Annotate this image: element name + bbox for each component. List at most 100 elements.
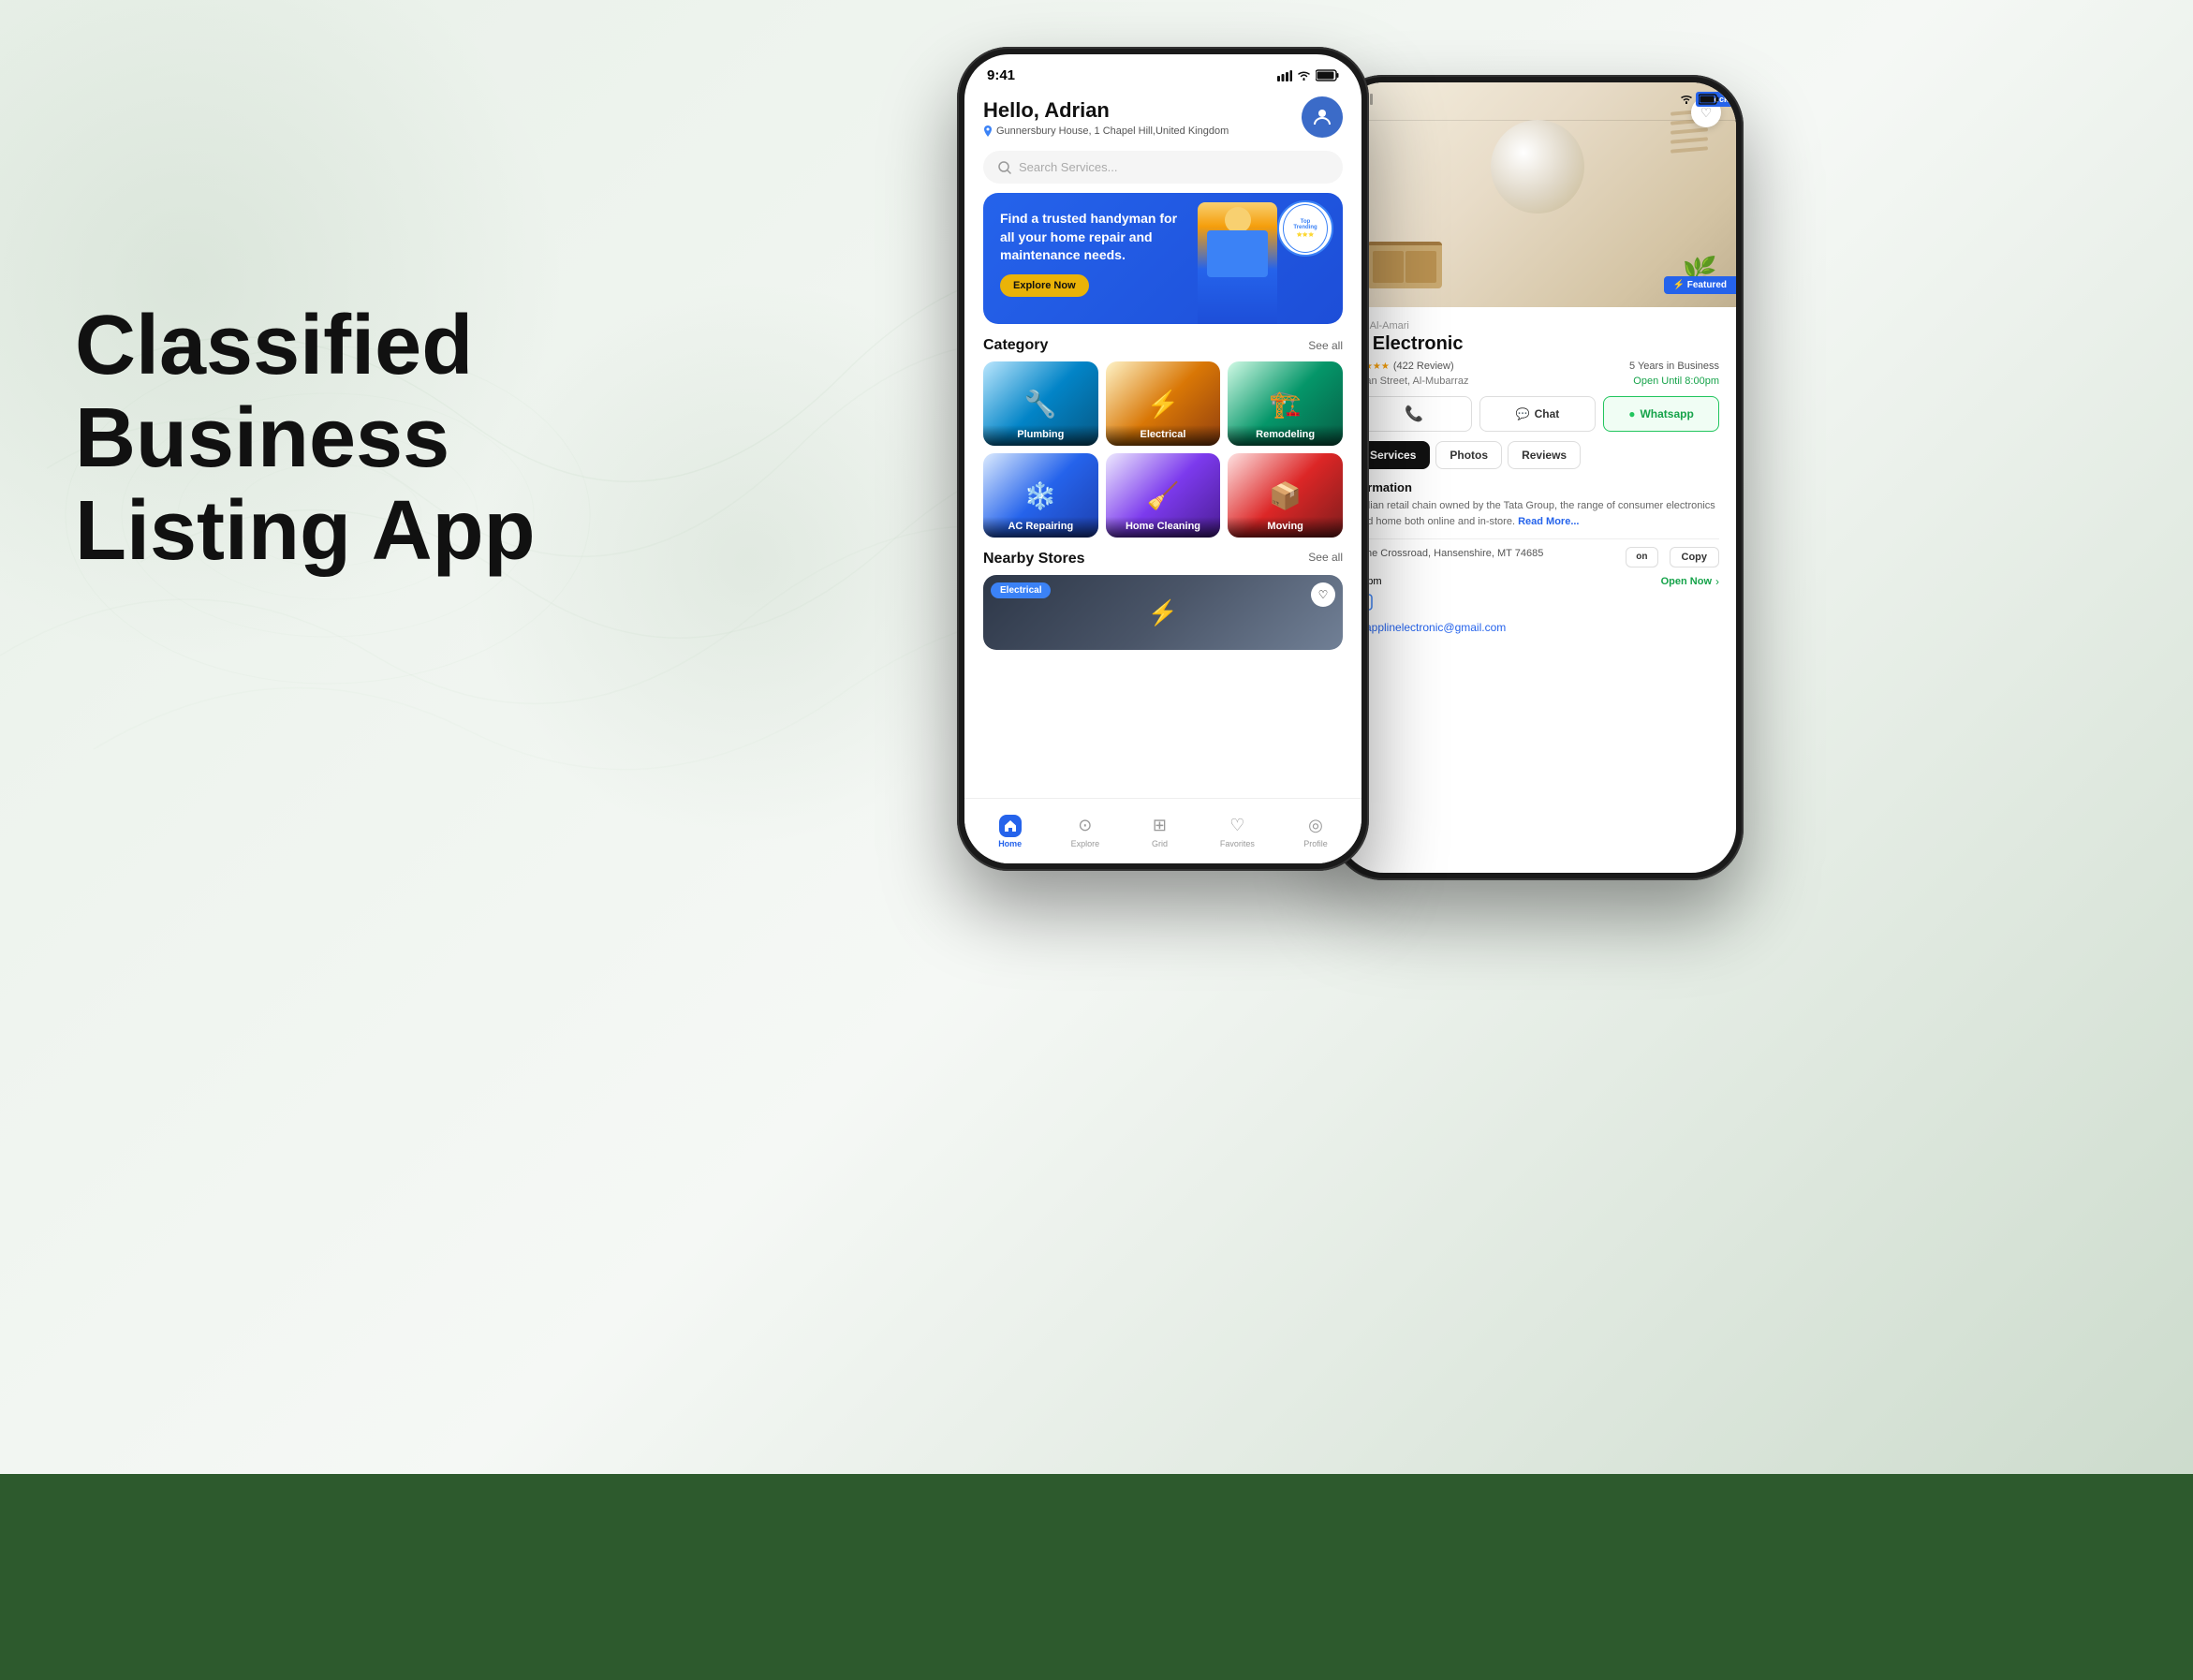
store-favorite-button[interactable]: ♡ [1311, 582, 1335, 607]
p2-action-buttons: 📞 💬 Chat ● Whatsapp [1356, 396, 1719, 432]
phone1-screen: 9:41 [964, 54, 1361, 863]
p2-address-full-row: sche Crossroad, Hansenshire, MT 74685 on… [1356, 547, 1719, 567]
whatsapp-button[interactable]: ● Whatsapp [1603, 396, 1719, 432]
chevron-right-icon: › [1715, 575, 1719, 588]
moving-label: Moving [1228, 517, 1343, 538]
p2-status-icons [1680, 94, 1719, 105]
store-card[interactable]: ⚡ Electrical ♡ [983, 575, 1343, 650]
nav-favorites-label: Favorites [1220, 839, 1255, 848]
p2-address: Afan Street, Al-Mubarraz [1356, 376, 1468, 387]
user-avatar[interactable] [1302, 96, 1343, 138]
room-decoration: 🌿 [1339, 82, 1736, 307]
nearby-title: Nearby Stores [983, 551, 1085, 567]
nav-grid[interactable]: ⊞ Grid [1148, 815, 1170, 848]
category-cleaning[interactable]: 🧹 Home Cleaning [1106, 453, 1221, 538]
hero-title-line3: Listing App [75, 484, 536, 578]
listing-header-image: 🌿 ♡ ⚡ Fea [1339, 82, 1736, 307]
call-button[interactable]: 📞 [1356, 396, 1472, 432]
hero-text-block: Classified Business Listing App [75, 300, 536, 578]
ac-label: AC Repairing [983, 517, 1098, 538]
phone2-screen: 🌿 ♡ ⚡ Fea [1339, 82, 1736, 873]
location-block: Gunnersbury House, 1 Chapel Hill,United … [983, 125, 1229, 137]
chat-button[interactable]: 💬 Chat [1479, 396, 1596, 432]
nav-home-label: Home [998, 839, 1022, 848]
promo-banner[interactable]: Find a trusted handyman for all your hom… [983, 193, 1343, 324]
copy-button[interactable]: Copy [1670, 547, 1720, 567]
p2-email-address[interactable]: mapplinelectronic@gmail.com [1356, 621, 1506, 634]
status-time: 9:41 [987, 67, 1015, 83]
whatsapp-icon: ● [1628, 407, 1635, 420]
tab-photos[interactable]: Photos [1435, 441, 1502, 469]
phone2-device: 🌿 ♡ ⚡ Fea [1332, 75, 1744, 880]
status-icons [1277, 69, 1339, 81]
read-more-link[interactable]: Read More... [1518, 516, 1579, 527]
search-placeholder: Search Services... [1019, 160, 1118, 174]
p2-battery-icon [1699, 94, 1719, 105]
p2-info-title: formation [1356, 480, 1719, 494]
location-icon [983, 125, 993, 137]
divider [1356, 538, 1719, 539]
category-plumbing[interactable]: 🔧 Plumbing [983, 361, 1098, 446]
greeting-block: Hello, Adrian Gunnersbury House, 1 Chape… [983, 98, 1229, 137]
phones-container: 9:41 [601, 0, 2193, 1680]
p2-share-section [1356, 594, 1719, 615]
grid-icon: ⊞ [1148, 815, 1170, 837]
search-icon [998, 161, 1011, 174]
status-bar: 9:41 [964, 54, 1361, 89]
explore-now-button[interactable]: Explore Now [1000, 274, 1089, 297]
remodeling-label: Remodeling [1228, 425, 1343, 446]
explore-icon: ⊙ [1074, 815, 1096, 837]
p2-tab-buttons: Services Photos Reviews [1356, 441, 1719, 469]
tab-reviews[interactable]: Reviews [1508, 441, 1581, 469]
category-grid: 🔧 Plumbing ⚡ Electrical 🏗️ Remodeling ❄️… [964, 361, 1361, 538]
category-ac[interactable]: ❄️ AC Repairing [983, 453, 1098, 538]
category-remodeling[interactable]: 🏗️ Remodeling [1228, 361, 1343, 446]
nearby-section-header: Nearby Stores See all [964, 547, 1361, 575]
store-icon: ⚡ [1148, 598, 1178, 627]
p2-category-label: na Al-Amari [1356, 320, 1719, 332]
room-sphere [1491, 120, 1584, 214]
electrical-label: Electrical [1106, 425, 1221, 446]
category-section-header: Category See all [964, 337, 1361, 361]
category-electrical[interactable]: ⚡ Electrical [1106, 361, 1221, 446]
profile-icon: ◎ [1304, 815, 1327, 837]
cleaning-label: Home Cleaning [1106, 517, 1221, 538]
signal-icon [1277, 70, 1292, 81]
p2-address-row: Afan Street, Al-Mubarraz Open Until 8:00… [1356, 376, 1719, 387]
bottom-navigation: Home ⊙ Explore ⊞ Grid ♡ Favorites ◎ Prof… [964, 798, 1361, 863]
directions-button[interactable]: on [1626, 547, 1657, 567]
category-see-all[interactable]: See all [1308, 339, 1343, 352]
p2-email-row: mapplinelectronic@gmail.com [1356, 619, 1719, 636]
chat-icon: 💬 [1516, 407, 1530, 420]
heart-icon: ♡ [1226, 815, 1248, 837]
p2-full-address: sche Crossroad, Hansenshire, MT 74685 [1356, 548, 1543, 559]
location-text: Gunnersbury House, 1 Chapel Hill,United … [996, 125, 1229, 137]
plumbing-label: Plumbing [983, 425, 1098, 446]
search-bar[interactable]: Search Services... [983, 151, 1343, 184]
category-moving[interactable]: 📦 Moving [1228, 453, 1343, 538]
p2-business-name: n Electronic [1356, 333, 1719, 355]
chat-label: Chat [1535, 407, 1560, 420]
wifi-icon [1297, 70, 1311, 81]
p2-review-count: (422 Review) [1393, 361, 1454, 372]
banner-text: Find a trusted handyman for all your hom… [1000, 210, 1179, 265]
room-cabinet [1367, 242, 1442, 288]
p2-open-now-block: Open Now › [1661, 575, 1719, 588]
nav-profile[interactable]: ◎ Profile [1303, 815, 1328, 848]
whatsapp-label: Whatsapp [1640, 407, 1693, 420]
phone1-device: 9:41 [957, 47, 1369, 871]
home-icon [999, 815, 1022, 837]
hero-title-line2: Business [75, 391, 449, 485]
banner-worker-image [1198, 202, 1277, 324]
p2-rating-row: ★★★★ (422 Review) 5 Years in Business [1356, 361, 1719, 372]
nav-explore[interactable]: ⊙ Explore [1071, 815, 1100, 848]
nav-favorites[interactable]: ♡ Favorites [1220, 815, 1255, 848]
nav-home[interactable]: Home [998, 815, 1022, 848]
phone1-header: Hello, Adrian Gunnersbury House, 1 Chape… [964, 89, 1361, 147]
address-action-buttons: on Copy [1626, 547, 1719, 567]
nearby-see-all[interactable]: See all [1308, 551, 1343, 567]
p2-hours-row: 00pm Open Now › [1356, 575, 1719, 588]
p2-detail-content: na Al-Amari n Electronic ★★★★ (422 Revie… [1339, 307, 1736, 649]
trending-badge: TopTrending ⭐⭐⭐ [1277, 200, 1333, 257]
window-slats [1671, 111, 1708, 260]
